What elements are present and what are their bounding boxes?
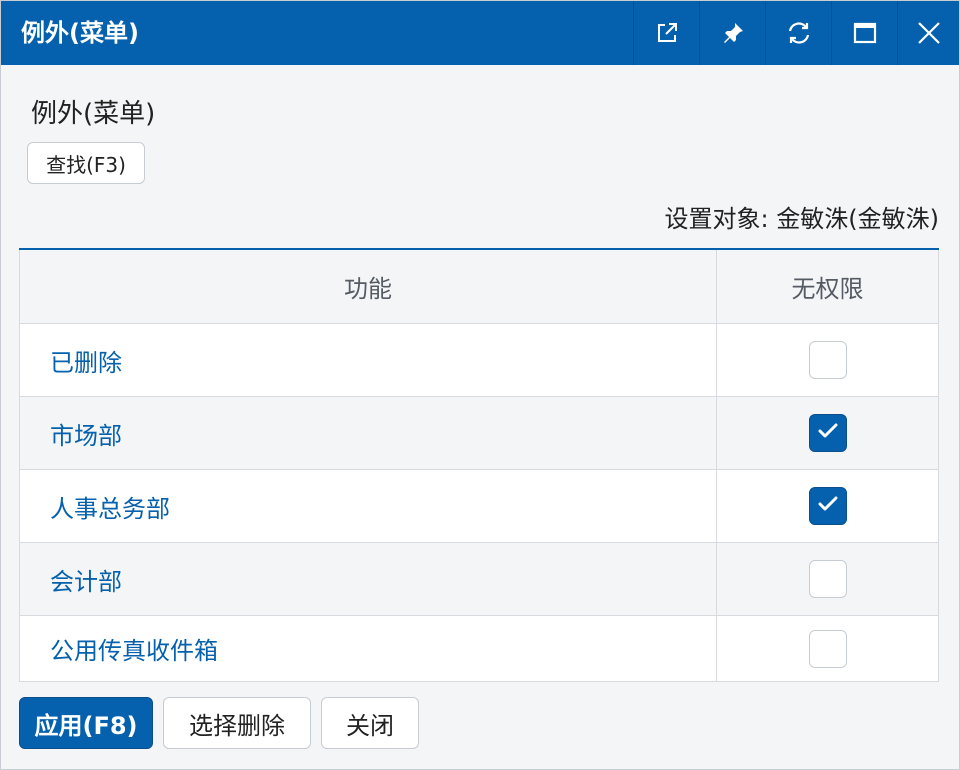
open-external-button[interactable] bbox=[633, 1, 699, 65]
dialog-window: 例外(菜单) 例外(菜单) 查找(F3) 设置对象: 金敏洙(金敏洙) 功能 无… bbox=[0, 0, 960, 770]
function-link[interactable]: 市场部 bbox=[50, 416, 122, 451]
refresh-button[interactable] bbox=[765, 1, 831, 65]
close-icon bbox=[916, 20, 942, 46]
title-bar: 例外(菜单) bbox=[1, 1, 959, 65]
pin-button[interactable] bbox=[699, 1, 765, 65]
maximize-icon bbox=[852, 20, 878, 46]
no-permission-checkbox[interactable] bbox=[808, 414, 847, 452]
target-label: 设置对象: 金敏洙(金敏洙) bbox=[664, 205, 939, 233]
table-row: 人事总务部 bbox=[19, 470, 939, 543]
no-permission-checkbox[interactable] bbox=[808, 487, 847, 525]
no-permission-checkbox[interactable] bbox=[808, 341, 847, 379]
function-link[interactable]: 人事总务部 bbox=[50, 489, 170, 524]
page-title: 例外(菜单) bbox=[31, 99, 156, 129]
table-row: 市场部 bbox=[19, 397, 939, 470]
no-permission-checkbox[interactable] bbox=[808, 629, 847, 668]
no-permission-checkbox[interactable] bbox=[808, 560, 847, 598]
close-window-button[interactable] bbox=[897, 1, 959, 65]
maximize-button[interactable] bbox=[831, 1, 897, 65]
column-header-no-permission: 无权限 bbox=[716, 250, 939, 323]
pin-icon bbox=[720, 20, 746, 46]
refresh-icon bbox=[786, 20, 812, 46]
delete-selected-button[interactable]: 选择删除 bbox=[163, 697, 311, 749]
table-row: 会计部 bbox=[19, 543, 939, 616]
find-button[interactable]: 查找(F3) bbox=[27, 142, 145, 184]
permission-table: 功能 无权限 已删除 市场部 人事总务部 会计部 公用传真收件箱 bbox=[19, 248, 939, 682]
table-header: 功能 无权限 bbox=[19, 250, 939, 324]
function-link[interactable]: 会计部 bbox=[50, 562, 122, 597]
close-button[interactable]: 关闭 bbox=[321, 697, 419, 749]
function-link[interactable]: 已删除 bbox=[50, 343, 122, 378]
column-header-function: 功能 bbox=[19, 250, 716, 323]
dialog-content: 例外(菜单) 查找(F3) 设置对象: 金敏洙(金敏洙) 功能 无权限 已删除 … bbox=[1, 65, 959, 769]
function-link[interactable]: 公用传真收件箱 bbox=[50, 631, 218, 666]
table-row: 已删除 bbox=[19, 324, 939, 397]
checkmark-icon bbox=[816, 492, 840, 520]
external-link-icon bbox=[654, 20, 680, 46]
table-row: 公用传真收件箱 bbox=[19, 616, 939, 682]
window-title: 例外(菜单) bbox=[21, 19, 139, 47]
apply-button[interactable]: 应用(F8) bbox=[19, 697, 153, 749]
checkmark-icon bbox=[816, 419, 840, 447]
